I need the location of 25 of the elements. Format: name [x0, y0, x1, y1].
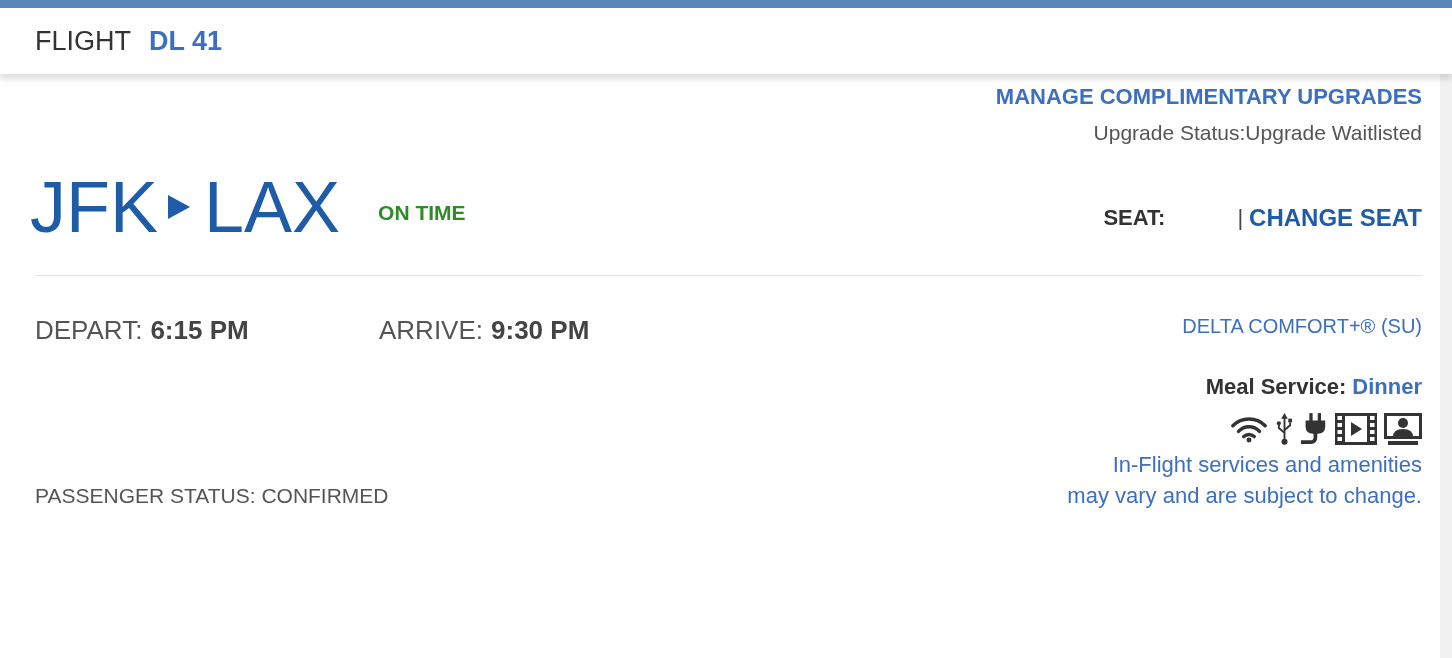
origin-airport-code: JFK — [30, 175, 158, 239]
power-plug-icon — [1300, 413, 1328, 445]
meal-service-value: Dinner — [1352, 373, 1422, 401]
time-value: 9:30 PM — [491, 314, 590, 346]
amenities-notice-link[interactable]: In-Flight services and amenities may vary and are subject to change. — [1067, 449, 1422, 511]
time-label: ARRIVE: — [379, 314, 484, 346]
wifi-icon — [1229, 415, 1269, 443]
flight-status: ON TIME — [378, 200, 466, 227]
meal-service-label: Meal Service: — [1205, 373, 1347, 401]
triangle-arrow-icon — [168, 195, 190, 219]
separator: | — [1237, 204, 1244, 232]
upgrade-status: Upgrade Status:Upgrade Waitlisted — [1093, 120, 1422, 146]
flight-number: DL 41 — [149, 24, 223, 58]
flight-label: FLIGHT — [35, 24, 131, 58]
manage-upgrades-link[interactable]: MANAGE COMPLIMENTARY UPGRADES — [995, 84, 1422, 110]
passenger-status: PASSENGER STATUS: CONFIRMED — [35, 483, 390, 509]
person-screen-icon — [1384, 413, 1422, 445]
time-value: 6:15 PM — [150, 314, 249, 346]
fare-class-link[interactable]: DELTA COMFORT+® (SU) — [1182, 313, 1422, 339]
time-label: DEPART: — [35, 314, 143, 346]
video-film-icon — [1335, 413, 1377, 445]
destination-airport-code: LAX — [204, 175, 341, 239]
change-seat-link[interactable]: CHANGE SEAT — [1249, 204, 1422, 232]
seat-label: SEAT: — [1103, 204, 1166, 232]
usb-icon — [1276, 413, 1293, 445]
